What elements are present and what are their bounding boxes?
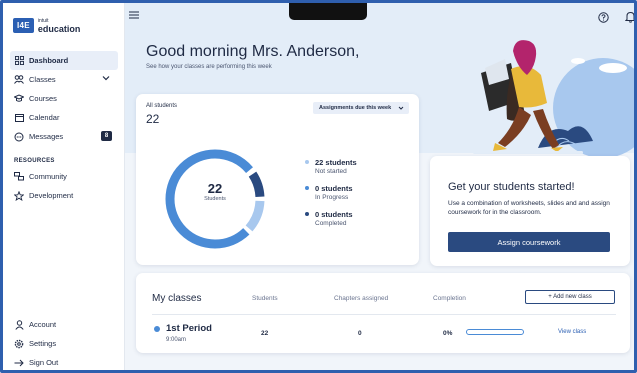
stats-label: All students bbox=[146, 103, 178, 109]
my-classes-card: My classes Students Chapters assigned Co… bbox=[136, 273, 630, 353]
brand-logo[interactable]: I4E intuit education bbox=[13, 13, 93, 37]
stats-total: 22 bbox=[146, 112, 160, 126]
sidebar-item-community[interactable]: Community bbox=[10, 167, 118, 186]
sidebar-item-label: Account bbox=[29, 320, 57, 329]
help-icon[interactable] bbox=[598, 12, 609, 23]
completion-progress-bar bbox=[466, 329, 524, 335]
get-started-text: Use a combination of worksheets, slides … bbox=[448, 200, 610, 216]
grid-icon bbox=[14, 56, 24, 66]
legend-item-not-started: 22 students Not started bbox=[305, 158, 405, 175]
account-icon bbox=[14, 319, 24, 330]
donut-center-number: 22 bbox=[207, 181, 223, 196]
teacher-illustration bbox=[453, 23, 634, 173]
sidebar-item-label: Courses bbox=[29, 94, 57, 103]
assignments-filter-select[interactable]: Assignments due this week bbox=[313, 102, 409, 114]
sidebar-item-label: Settings bbox=[29, 339, 57, 348]
sidebar-item-dashboard[interactable]: Dashboard bbox=[10, 51, 118, 70]
sidebar-item-development[interactable]: Development bbox=[10, 186, 118, 205]
sidebar-item-label: Messages bbox=[29, 132, 64, 141]
students-stats-card: All students 22 Assignments due this wee… bbox=[136, 94, 419, 265]
sidebar-item-sign-out[interactable]: Sign Out bbox=[10, 353, 118, 370]
column-header-completion: Completion bbox=[433, 295, 466, 302]
sidebar-item-messages[interactable]: Messages 8 bbox=[10, 127, 118, 146]
chevron-down-icon bbox=[398, 105, 404, 111]
class-completion: 0% bbox=[443, 330, 453, 337]
community-icon bbox=[14, 172, 24, 182]
sidebar-item-label: Community bbox=[29, 172, 67, 181]
stats-legend: 22 students Not started 0 students In Pr… bbox=[305, 158, 405, 236]
brand-name: education bbox=[37, 24, 81, 34]
legend-item-in-progress: 0 students In Progress bbox=[305, 184, 405, 201]
sidebar-item-label: Calendar bbox=[29, 113, 60, 122]
class-students: 22 bbox=[261, 330, 269, 337]
column-header-chapters: Chapters assigned bbox=[334, 295, 389, 302]
camera-notch bbox=[289, 3, 367, 20]
sidebar-item-courses[interactable]: Courses bbox=[10, 89, 118, 108]
sidebar-item-settings[interactable]: Settings bbox=[10, 334, 118, 353]
cap-icon bbox=[14, 94, 24, 104]
chat-icon bbox=[14, 132, 24, 142]
class-color-dot bbox=[154, 326, 160, 332]
sidebar: I4E intuit education Dashboard Classes C… bbox=[3, 3, 125, 370]
sidebar-item-label: Development bbox=[29, 191, 74, 200]
sidebar-item-calendar[interactable]: Calendar bbox=[10, 108, 118, 127]
messages-count-badge: 8 bbox=[101, 131, 112, 141]
assign-coursework-button[interactable]: Assign coursework bbox=[448, 232, 610, 252]
legend-dot bbox=[305, 160, 309, 164]
people-icon bbox=[14, 75, 24, 85]
donut-center-label: Students bbox=[204, 196, 226, 202]
menu-icon[interactable] bbox=[129, 11, 139, 19]
resources-heading: RESOURCES bbox=[14, 158, 55, 164]
legend-dot bbox=[305, 212, 309, 216]
arrow-right-icon bbox=[14, 358, 24, 368]
sidebar-item-classes[interactable]: Classes bbox=[10, 70, 118, 89]
get-started-title: Get your students started! bbox=[448, 181, 575, 193]
add-new-class-button[interactable]: + Add new class bbox=[525, 290, 615, 304]
class-time: 9:00am bbox=[166, 337, 187, 343]
star-icon bbox=[14, 190, 24, 201]
chevron-down-icon[interactable] bbox=[102, 74, 110, 82]
my-classes-title: My classes bbox=[152, 293, 202, 304]
bell-icon[interactable] bbox=[625, 11, 634, 23]
main-nav: Dashboard Classes Courses Calendar Messa… bbox=[10, 51, 118, 205]
gear-icon bbox=[14, 339, 24, 349]
filter-selected-value: Assignments due this week bbox=[319, 105, 392, 111]
page-title: Good morning Mrs. Anderson, bbox=[146, 43, 360, 60]
app-frame: I4E intuit education Dashboard Classes C… bbox=[0, 0, 637, 373]
sidebar-item-label: Dashboard bbox=[29, 56, 69, 65]
column-header-students: Students bbox=[252, 295, 278, 302]
bottom-nav: Account Settings Sign Out bbox=[10, 315, 118, 370]
class-name[interactable]: 1st Period bbox=[166, 323, 212, 334]
sidebar-item-account[interactable]: Account bbox=[10, 315, 118, 334]
view-class-link[interactable]: View class bbox=[558, 329, 586, 335]
legend-dot bbox=[305, 186, 309, 190]
class-chapters: 0 bbox=[358, 330, 362, 337]
brand-badge: I4E bbox=[13, 17, 34, 33]
legend-item-completed: 0 students Completed bbox=[305, 210, 405, 227]
divider bbox=[152, 314, 616, 315]
get-started-card: Get your students started! Use a combina… bbox=[430, 156, 630, 266]
sidebar-item-label: Sign Out bbox=[29, 358, 59, 367]
page-subtitle: See how your classes are performing this… bbox=[146, 64, 272, 70]
sidebar-item-label: Classes bbox=[29, 75, 56, 84]
calendar-icon bbox=[14, 113, 24, 123]
